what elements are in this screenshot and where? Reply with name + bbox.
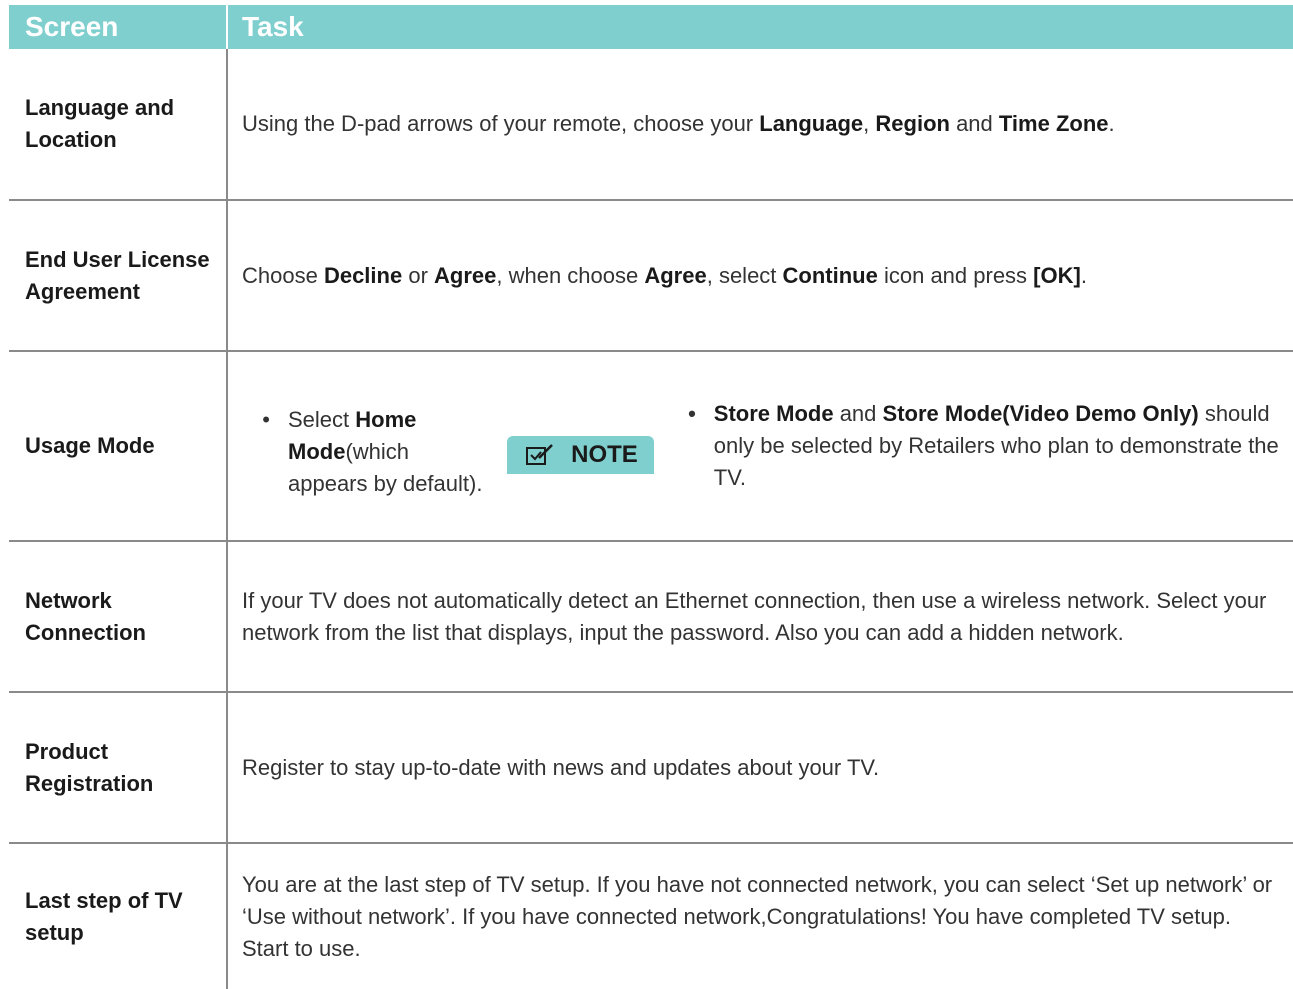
table-header: Screen Task bbox=[9, 5, 1293, 49]
task-cell: Choose Decline or Agree, when choose Agr… bbox=[242, 262, 1087, 288]
screen-cell: Product Registration bbox=[9, 693, 228, 842]
task-cell: Register to stay up-to-date with news an… bbox=[242, 754, 880, 780]
setup-table: Screen Task Language and Location Using t… bbox=[9, 5, 1293, 989]
screen-cell: End User License Agreement bbox=[9, 201, 228, 350]
screen-cell: Network Connection bbox=[9, 542, 228, 691]
checkbox-pencil-icon bbox=[526, 444, 553, 465]
bullet-item: • Select Home Mode(which appears by defa… bbox=[262, 406, 483, 496]
header-task: Task bbox=[242, 11, 304, 42]
task-cell: If your TV does not automatically detect… bbox=[242, 587, 1267, 645]
screen-cell: Usage Mode bbox=[9, 352, 228, 540]
table-row: End User License Agreement Choose Decline… bbox=[9, 201, 1293, 352]
note-label: NOTE bbox=[571, 441, 638, 468]
bullet-item: • Store Mode and Store Mode(Video Demo O… bbox=[688, 401, 1279, 490]
table-row: Network Connection If your TV does not au… bbox=[9, 542, 1293, 693]
header-screen: Screen bbox=[9, 5, 228, 49]
table-row: Language and Location Using the D-pad arr… bbox=[9, 49, 1293, 201]
task-cell: • Select Home Mode(which appears by defa… bbox=[228, 352, 1293, 540]
table-row: Product Registration Register to stay up-… bbox=[9, 693, 1293, 844]
screen-cell: Last step of TV setup bbox=[9, 844, 228, 989]
task-cell: Using the D-pad arrows of your remote, c… bbox=[242, 111, 1115, 136]
screen-cell: Language and Location bbox=[9, 49, 228, 199]
table-row: Last step of TV setup You are at the last… bbox=[9, 844, 1293, 989]
note-badge: NOTE bbox=[507, 436, 654, 474]
table-row: Usage Mode • Select Home Mode(which appe… bbox=[9, 352, 1293, 542]
task-cell: You are at the last step of TV setup. If… bbox=[242, 871, 1273, 961]
